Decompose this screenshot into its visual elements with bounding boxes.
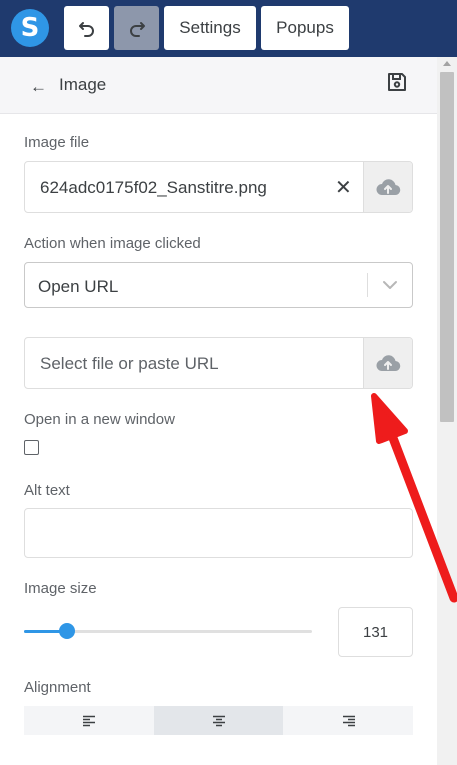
settings-button[interactable]: Settings: [164, 6, 256, 50]
cloud-upload-icon: [376, 355, 401, 372]
new-window-checkbox[interactable]: [24, 440, 39, 455]
image-size-slider-thumb[interactable]: [59, 623, 75, 639]
panel-header: ← Image: [0, 57, 437, 114]
undo-button[interactable]: [64, 6, 109, 50]
undo-icon: [78, 22, 94, 37]
popups-button[interactable]: Popups: [261, 6, 349, 50]
align-right-icon: [342, 715, 355, 726]
redo-button[interactable]: [114, 6, 159, 50]
save-icon[interactable]: [386, 71, 408, 93]
align-right-button[interactable]: [284, 706, 413, 735]
scroll-up-arrow-icon[interactable]: [443, 61, 451, 66]
align-center-button[interactable]: [154, 706, 283, 735]
alignment-label: Alignment: [24, 679, 91, 696]
top-toolbar: S Settings Popups: [0, 0, 457, 57]
url-placeholder: Select file or paste URL: [40, 354, 219, 373]
logo-letter: S: [20, 13, 40, 43]
clear-icon[interactable]: ✕: [335, 175, 352, 200]
align-left-icon: [82, 715, 95, 726]
alt-text-label: Alt text: [24, 482, 70, 499]
url-field[interactable]: Select file or paste URL: [24, 337, 413, 389]
image-size-input[interactable]: 131: [338, 607, 413, 657]
upload-button[interactable]: [363, 162, 412, 212]
align-left-button[interactable]: [24, 706, 153, 735]
select-separator: [367, 273, 368, 297]
image-file-field[interactable]: 624adc0175f02_Sanstitre.png ✕: [24, 161, 413, 213]
align-center-icon: [212, 715, 225, 726]
back-arrow-icon[interactable]: ←: [30, 77, 47, 97]
chevron-down-icon[interactable]: [381, 277, 399, 293]
scrollbar[interactable]: [437, 57, 457, 765]
image-settings-panel: ← Image Image file 624adc0175f02_Sanstit…: [0, 57, 437, 765]
redo-icon: [129, 22, 145, 37]
alt-text-input[interactable]: [24, 508, 413, 558]
url-upload-button[interactable]: [363, 338, 412, 388]
app-logo: S: [11, 9, 49, 47]
cloud-upload-icon: [376, 179, 401, 196]
image-file-value: 624adc0175f02_Sanstitre.png: [40, 178, 267, 197]
action-select[interactable]: Open URL: [24, 262, 413, 308]
alignment-group: [24, 706, 413, 735]
action-selected-value: Open URL: [38, 277, 119, 296]
action-label: Action when image clicked: [24, 235, 201, 252]
panel-title: Image: [59, 75, 107, 94]
scrollbar-thumb[interactable]: [440, 72, 454, 422]
image-file-label: Image file: [24, 134, 90, 151]
image-size-label: Image size: [24, 580, 97, 597]
new-window-label: Open in a new window: [24, 411, 175, 428]
